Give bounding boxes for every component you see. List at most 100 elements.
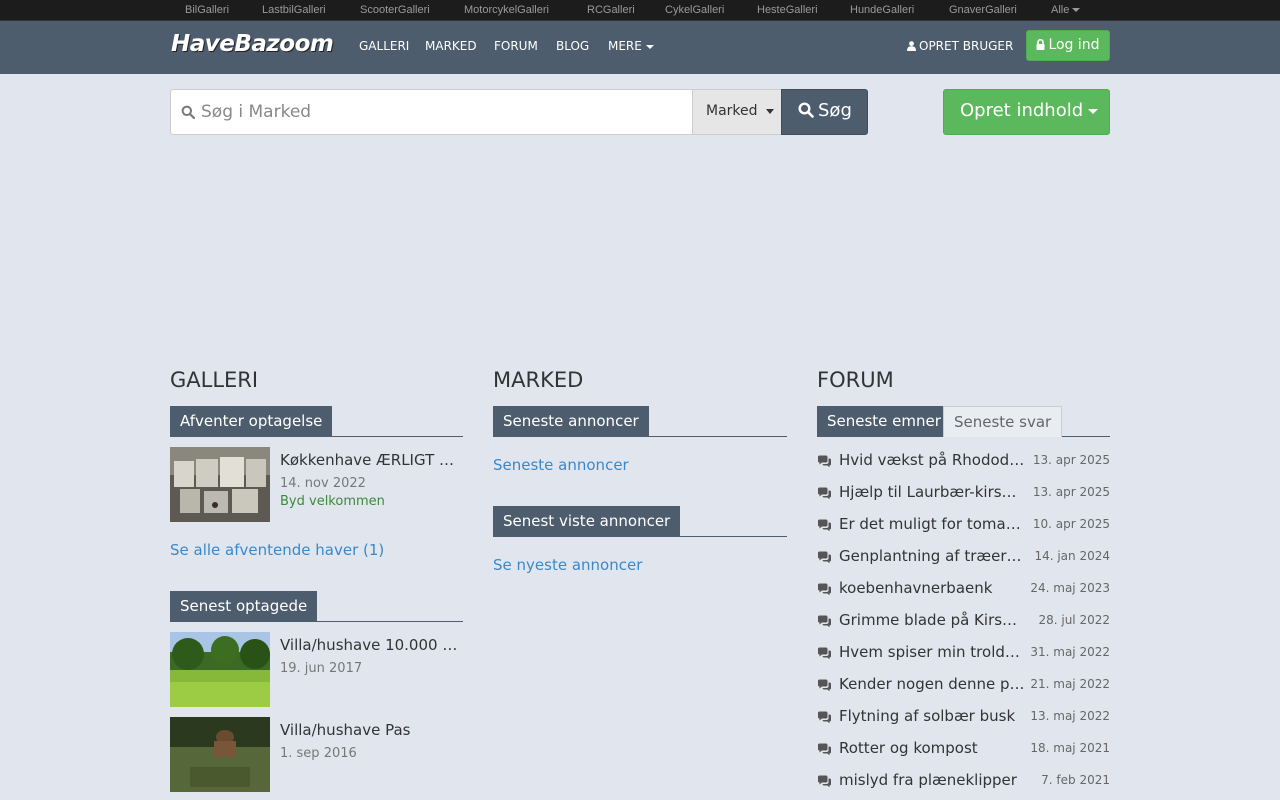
gallery-heading: GALLERI <box>170 368 259 392</box>
search-icon <box>798 102 814 118</box>
see-all-pending-link[interactable]: Se alle afventende haver (1) <box>170 541 384 559</box>
forum-topic-title[interactable]: Er det muligt for tomatplanter <box>839 515 1025 533</box>
gallery-pending-tabbar: Afventer optagelse <box>170 406 463 437</box>
comments-icon <box>818 615 831 628</box>
latest-ads-link[interactable]: Seneste annoncer <box>493 456 629 474</box>
login-label: Log ind <box>1048 37 1100 53</box>
create-content-button[interactable]: Opret indhold <box>943 89 1110 135</box>
search-scope-label: Marked <box>706 103 758 119</box>
pending-item-title[interactable]: Køkkenhave ÆRLIGT OG... <box>280 451 462 469</box>
recent-item-date: 1. sep 2016 <box>280 746 357 761</box>
user-icon <box>907 41 916 51</box>
nav-galleri[interactable]: GALLERI <box>359 39 409 53</box>
recent-item-title[interactable]: Villa/hushave 10.000 m2 <box>280 636 462 654</box>
forum-topic-title[interactable]: Hvid vækst på Rhododendron <box>839 451 1025 469</box>
pending-item-status[interactable]: Byd velkommen <box>280 494 385 509</box>
forum-topic-row[interactable]: Genplantning af træer og buske 14. jan 20… <box>817 547 1110 569</box>
nav-more-dropdown[interactable]: MERE <box>608 39 654 53</box>
comments-icon <box>818 487 831 500</box>
forum-topic-row[interactable]: Flytning af solbær busk 13. maj 2022 <box>817 707 1110 729</box>
forum-topic-date: 14. jan 2024 <box>1034 549 1110 563</box>
comments-icon <box>818 455 831 468</box>
search-scope-dropdown[interactable]: Marked <box>692 89 782 135</box>
tab-latest-ads[interactable]: Seneste annoncer <box>493 406 649 437</box>
forum-topic-date: 28. jul 2022 <box>1038 613 1110 627</box>
forum-topic-title[interactable]: mislyd fra plæneklipper <box>839 771 1025 789</box>
recent-thumbnail[interactable] <box>170 632 270 707</box>
recent-thumbnail[interactable] <box>170 717 270 792</box>
comments-icon <box>818 583 831 596</box>
pending-item-date: 14. nov 2022 <box>280 476 366 491</box>
recent-item-title[interactable]: Villa/hushave Pas <box>280 721 462 739</box>
network-link-scootergalleri[interactable]: ScooterGalleri <box>360 4 430 16</box>
forum-topic-title[interactable]: Flytning af solbær busk <box>839 707 1025 725</box>
create-content-label: Opret indhold <box>960 100 1084 121</box>
network-bar: BilGalleri LastbilGalleri ScooterGalleri… <box>0 0 1280 21</box>
comments-icon <box>818 647 831 660</box>
network-link-rcgalleri[interactable]: RCGalleri <box>587 4 635 16</box>
forum-topic-title[interactable]: Hjælp til Laurbær-kirsebær <box>839 483 1025 501</box>
newest-ads-link[interactable]: Se nyeste annoncer <box>493 556 642 574</box>
comments-icon <box>818 711 831 724</box>
network-link-bilgalleri[interactable]: BilGalleri <box>185 4 229 16</box>
tab-latest-topics[interactable]: Seneste emner <box>817 406 951 437</box>
forum-topic-title[interactable]: koebenhavnerbaenk <box>839 579 1025 597</box>
register-label: OPRET BRUGER <box>919 39 1014 53</box>
forum-topic-date: 21. maj 2022 <box>1030 677 1110 691</box>
forum-topic-title[interactable]: Genplantning af træer og buske <box>839 547 1025 565</box>
login-button[interactable]: Log ind <box>1026 30 1110 61</box>
search-button[interactable]: Søg <box>781 89 868 135</box>
market-heading: MARKED <box>493 368 584 392</box>
search-input[interactable] <box>201 90 681 134</box>
network-more-dropdown[interactable]: Alle <box>1051 4 1081 16</box>
network-link-lastbilgalleri[interactable]: LastbilGalleri <box>262 4 326 16</box>
network-more-label: Alle <box>1051 4 1070 16</box>
network-link-gnavergalleri[interactable]: GnaverGalleri <box>949 4 1017 16</box>
forum-topic-date: 13. maj 2022 <box>1030 709 1110 723</box>
forum-topic-row[interactable]: Grimme blade på Kirsebærtræ 28. jul 2022 <box>817 611 1110 633</box>
tab-recent[interactable]: Senest optagede <box>170 591 318 622</box>
tab-pending[interactable]: Afventer optagelse <box>170 406 333 437</box>
forum-topic-date: 18. maj 2021 <box>1030 741 1110 755</box>
forum-topic-title[interactable]: Rotter og kompost <box>839 739 1025 757</box>
forum-topic-row[interactable]: koebenhavnerbaenk 24. maj 2023 <box>817 579 1110 601</box>
search-button-label: Søg <box>818 100 852 121</box>
forum-topic-title[interactable]: Kender nogen denne plante <box>839 675 1025 693</box>
lock-icon <box>1036 38 1045 50</box>
nav-forum[interactable]: FORUM <box>494 39 538 53</box>
tab-latest-replies[interactable]: Seneste svar <box>943 406 1063 437</box>
recent-item-date: 19. jun 2017 <box>280 661 363 676</box>
comments-icon <box>818 775 831 788</box>
forum-topic-date: 7. feb 2021 <box>1041 773 1110 787</box>
search-icon <box>181 105 195 119</box>
register-link[interactable]: OPRET BRUGER <box>907 39 1013 53</box>
forum-topic-row[interactable]: Er det muligt for tomatplanter 10. apr 20… <box>817 515 1110 537</box>
network-link-hundegalleri[interactable]: HundeGalleri <box>850 4 914 16</box>
site-logo[interactable]: HaveBazoom <box>171 31 334 57</box>
forum-topic-title[interactable]: Hvem spiser min troldhassel <box>839 643 1025 661</box>
forum-topic-row[interactable]: Hvem spiser min troldhassel 31. maj 2022 <box>817 643 1110 665</box>
nav-blog[interactable]: BLOG <box>556 39 589 53</box>
pending-thumbnail[interactable] <box>170 447 270 522</box>
network-link-motorcykelgalleri[interactable]: MotorcykelGalleri <box>464 4 549 16</box>
market-latest-tabbar: Seneste annoncer <box>493 406 787 437</box>
tab-recently-viewed-ads[interactable]: Senest viste annoncer <box>493 506 681 537</box>
forum-topic-title[interactable]: Grimme blade på Kirsebærtræ <box>839 611 1025 629</box>
comments-icon <box>818 519 831 532</box>
nav-marked[interactable]: MARKED <box>425 39 477 53</box>
comments-icon <box>818 551 831 564</box>
network-link-cykelgalleri[interactable]: CykelGalleri <box>665 4 724 16</box>
network-link-hestegalleri[interactable]: HesteGalleri <box>757 4 818 16</box>
caret-down-icon <box>1072 8 1081 13</box>
main-navbar: HaveBazoom GALLERI MARKED FORUM BLOG MER… <box>0 21 1280 74</box>
forum-topic-row[interactable]: Hjælp til Laurbær-kirsebær 13. apr 2025 <box>817 483 1110 505</box>
forum-topic-date: 13. apr 2025 <box>1032 485 1110 499</box>
forum-topic-row[interactable]: Hvid vækst på Rhododendron 13. apr 2025 <box>817 451 1110 473</box>
forum-topic-date: 10. apr 2025 <box>1032 517 1110 531</box>
nav-more-label: MERE <box>608 39 642 53</box>
forum-topic-row[interactable]: Rotter og kompost 18. maj 2021 <box>817 739 1110 761</box>
forum-topic-row[interactable]: mislyd fra plæneklipper 7. feb 2021 <box>817 771 1110 793</box>
gallery-recent-tabbar: Senest optagede <box>170 591 463 622</box>
forum-topic-row[interactable]: Kender nogen denne plante 21. maj 2022 <box>817 675 1110 697</box>
forum-heading: FORUM <box>817 368 894 392</box>
